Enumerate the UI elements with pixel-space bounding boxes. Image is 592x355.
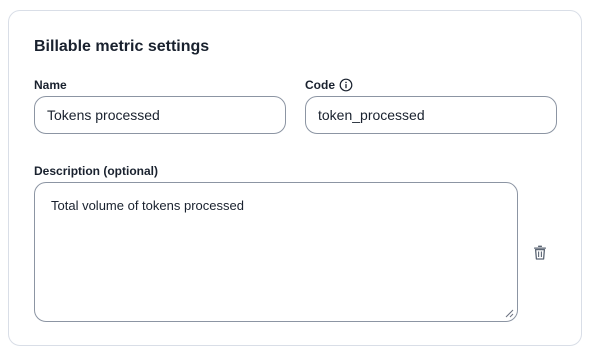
code-label-group: Code bbox=[305, 77, 353, 93]
name-label: Name bbox=[34, 78, 67, 92]
card-title: Billable metric settings bbox=[34, 38, 210, 55]
code-input[interactable] bbox=[305, 96, 557, 134]
resize-handle-icon[interactable] bbox=[505, 309, 514, 318]
info-icon[interactable] bbox=[339, 78, 353, 92]
description-textarea[interactable]: Total volume of tokens processed bbox=[34, 182, 518, 322]
code-label: Code bbox=[305, 78, 335, 92]
name-input[interactable] bbox=[34, 96, 286, 134]
trash-icon bbox=[534, 245, 546, 260]
description-label: Description (optional) bbox=[34, 164, 158, 178]
delete-description-button[interactable] bbox=[530, 242, 550, 262]
